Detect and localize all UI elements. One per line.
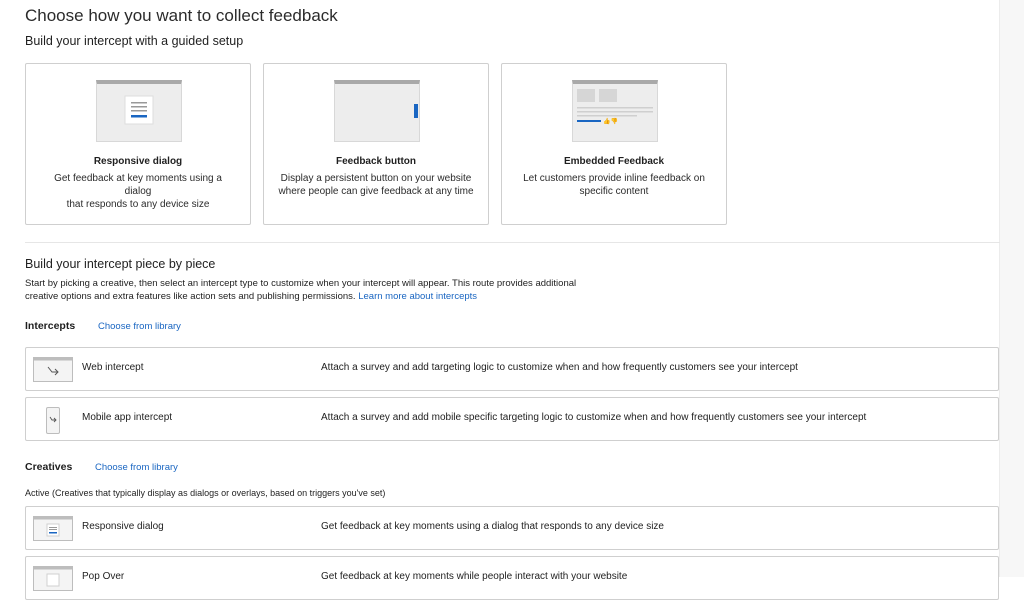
piece-by-piece-description: Start by picking a creative, then select… <box>25 278 577 302</box>
web-intercept-icon <box>33 357 73 382</box>
card-description: Let customers provide inline feedback on… <box>523 173 705 197</box>
row-description: Get feedback at key moments using a dial… <box>321 521 664 532</box>
svg-text:👍👎: 👍👎 <box>603 117 618 125</box>
card-description: Display a persistent button on your webs… <box>278 173 474 197</box>
learn-more-link[interactable]: Learn more about intercepts <box>358 291 477 302</box>
intercepts-label: Intercepts <box>25 320 76 332</box>
feedback-button-thumbnail <box>334 80 420 142</box>
card-title: Feedback button <box>335 156 416 167</box>
creatives-library-link[interactable]: Choose from library <box>95 462 178 473</box>
row-name: Mobile app intercept <box>82 412 173 423</box>
card-title: Responsive dialog <box>93 156 183 167</box>
card-description: Get feedback at key moments using a dial… <box>54 173 222 210</box>
piece-by-piece-heading: Build your intercept piece by piece <box>25 257 216 271</box>
pop-over-icon <box>33 566 73 591</box>
embedded-feedback-thumbnail: 👍👎 <box>572 80 658 142</box>
card-responsive-dialog[interactable]: Responsive dialog Get feedback at key mo… <box>25 63 251 225</box>
responsive-dialog-thumbnail <box>96 80 182 142</box>
section-divider <box>25 242 1000 243</box>
guided-setup-heading: Build your intercept with a guided setup <box>25 34 244 48</box>
intercept-row-mobile[interactable]: Mobile app intercept Attach a survey and… <box>25 397 999 441</box>
creative-row-responsive-dialog[interactable]: Responsive dialog Get feedback at key mo… <box>25 506 999 550</box>
intercepts-library-link[interactable]: Choose from library <box>98 321 181 332</box>
row-description: Attach a survey and add mobile specific … <box>321 412 867 423</box>
creative-row-pop-over[interactable]: Pop Over Get feedback at key moments whi… <box>25 556 999 600</box>
creatives-label: Creatives <box>25 461 73 473</box>
intercept-row-web[interactable]: Web intercept Attach a survey and add ta… <box>25 347 999 391</box>
page-title: Choose how you want to collect feedback <box>25 6 338 25</box>
card-embedded-feedback[interactable]: 👍👎 Embedded Feedback Let customers provi… <box>501 63 727 225</box>
row-name: Responsive dialog <box>82 521 164 532</box>
row-name: Web intercept <box>82 362 144 373</box>
row-description: Attach a survey and add targeting logic … <box>321 362 798 373</box>
mobile-intercept-icon <box>33 407 73 434</box>
active-creatives-note: Active (Creatives that typically display… <box>25 488 386 498</box>
card-title: Embedded Feedback <box>563 156 665 167</box>
scrollbar[interactable] <box>999 0 1024 577</box>
card-feedback-button[interactable]: Feedback button Display a persistent but… <box>263 63 489 225</box>
responsive-dialog-icon <box>33 516 73 541</box>
